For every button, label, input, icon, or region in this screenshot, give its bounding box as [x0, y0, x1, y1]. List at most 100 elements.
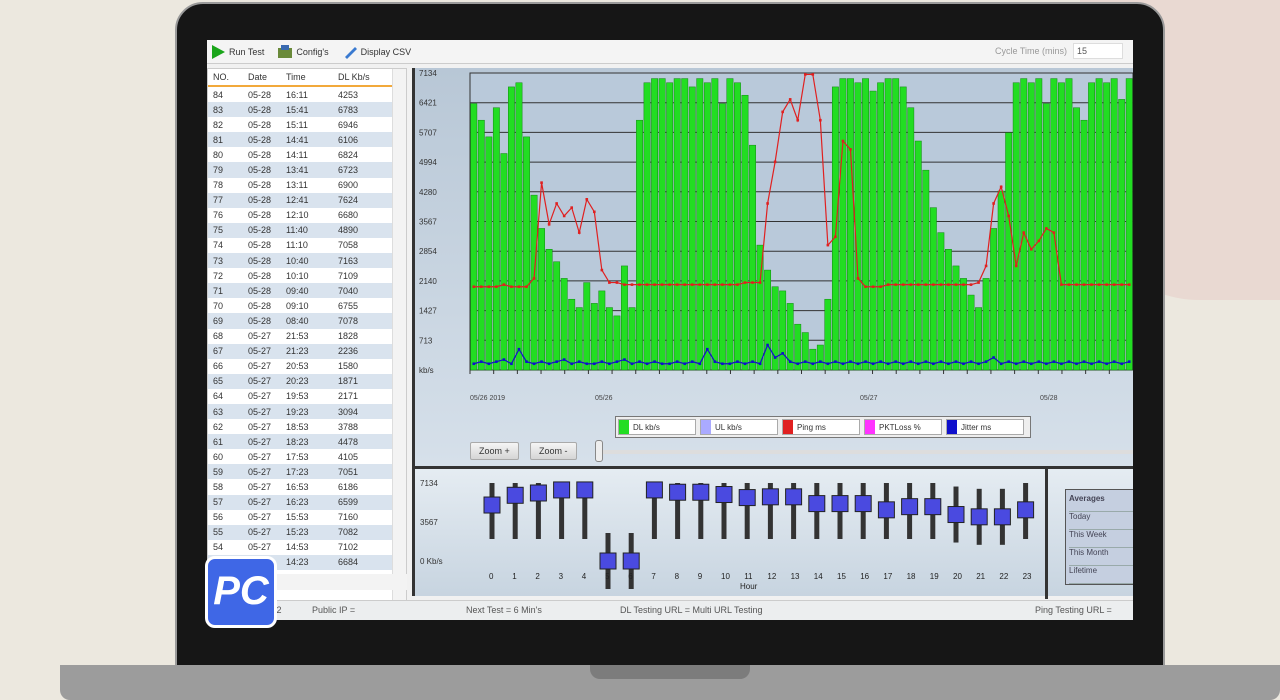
jitter-point — [1127, 360, 1131, 363]
zoom-slider-thumb[interactable] — [595, 440, 603, 462]
hour-label: 11 — [744, 572, 753, 581]
jitter-point — [894, 360, 897, 363]
table-row[interactable]: 80 05-28 14:11 6824 — [208, 147, 393, 162]
table-row[interactable]: 63 05-27 19:23 3094 — [208, 403, 393, 420]
jitter-point — [1014, 362, 1018, 366]
jitter-point — [1029, 362, 1033, 366]
dl-bar — [809, 348, 817, 371]
ping-point — [638, 283, 641, 286]
hour-label: 10 — [721, 572, 730, 581]
table-row[interactable]: 57 05-27 16:23 6599 — [208, 494, 393, 510]
dl-bar — [997, 190, 1005, 371]
hour-slider-thumb — [877, 501, 895, 519]
table-cell: 16:11 — [286, 89, 308, 100]
average-month: This Month — [1069, 548, 1133, 566]
table-row[interactable]: 62 05-27 18:53 3788 — [208, 419, 393, 434]
table-row[interactable]: 59 05-27 17:23 7051 — [208, 464, 393, 480]
hour-slider-thumb — [854, 495, 872, 513]
table-row[interactable]: 56 05-27 15:53 7160 — [208, 510, 393, 525]
jitter-point — [1097, 360, 1101, 363]
table-row[interactable]: 78 05-28 13:11 6900 — [208, 178, 393, 193]
table-row[interactable]: 64 05-27 19:53 2171 — [208, 389, 393, 404]
table-row[interactable]: 84 05-28 16:11 4253 — [208, 87, 393, 102]
table-cell: 7102 — [338, 542, 359, 553]
legend-dl[interactable]: DL kb/s — [618, 419, 696, 435]
cycle-time: Cycle Time (mins) — [995, 43, 1123, 59]
table-row[interactable]: 55 05-27 15:23 7082 — [208, 524, 393, 540]
col-no[interactable]: NO. — [208, 72, 248, 82]
legend-label: PKTLoss % — [879, 422, 921, 432]
vertical-scrollbar[interactable] — [392, 69, 406, 601]
legend-label: DL kb/s — [633, 422, 660, 432]
table-cell: 05-27 — [248, 436, 272, 447]
dl-bar — [681, 78, 689, 371]
table-row[interactable]: 65 05-27 20:23 1871 — [208, 373, 393, 389]
table-row[interactable]: 69 05-28 08:40 7078 — [208, 313, 393, 329]
dl-bar — [538, 228, 545, 371]
table-cell: 2171 — [338, 391, 359, 402]
ping-point — [947, 283, 950, 286]
dl-bar — [628, 307, 636, 371]
jitter-point — [630, 362, 634, 366]
table-cell: 16:53 — [286, 481, 309, 492]
run-test-button[interactable]: Run Test — [211, 44, 264, 59]
table-body: 84 05-28 16:11 4253 83 05-28 15:41 6783 82 05-28 1… — [208, 87, 406, 585]
table-cell: 67 — [213, 346, 224, 357]
legend-jitter[interactable]: Jitter ms — [946, 419, 1024, 435]
toolbar: Run Test Config's Display CSV Cycle Time… — [207, 40, 1133, 64]
table-row[interactable]: 81 05-28 14:41 6106 — [208, 132, 393, 148]
jitter-point — [593, 362, 596, 366]
jitter-point — [698, 362, 702, 366]
table-header: NO. Date Time DL Kb/s — [208, 69, 393, 87]
cycle-time-input[interactable] — [1073, 43, 1123, 59]
table-row[interactable]: 77 05-28 12:41 7624 — [208, 192, 393, 208]
jitter-point — [600, 360, 604, 363]
dl-bar — [643, 82, 651, 371]
table-row[interactable]: 60 05-27 17:53 4105 — [208, 449, 393, 464]
table-row[interactable]: 75 05-28 11:40 4890 — [208, 222, 393, 238]
table-row[interactable]: 83 05-28 15:41 6783 — [208, 102, 393, 118]
col-time[interactable]: Time — [286, 72, 330, 82]
hour-label: 4 — [582, 572, 587, 581]
ping-point — [645, 283, 649, 286]
display-csv-button[interactable]: Display CSV — [343, 45, 411, 59]
table-row[interactable]: 66 05-27 20:53 1580 — [208, 359, 393, 374]
table-row[interactable]: 61 05-27 18:23 4478 — [208, 434, 393, 450]
table-row[interactable]: 72 05-28 10:10 7109 — [208, 268, 393, 283]
table-row[interactable]: 70 05-28 09:10 6755 — [208, 298, 393, 313]
zoom-slider[interactable] — [595, 450, 1133, 454]
col-date[interactable]: Date — [248, 72, 286, 82]
ping-point — [1127, 283, 1131, 286]
configs-button[interactable]: Config's — [278, 44, 329, 59]
zoom-in-button[interactable]: Zoom + — [470, 442, 519, 460]
table-row[interactable]: 82 05-28 15:11 6946 — [208, 117, 393, 132]
ping-point — [502, 283, 506, 286]
table-row[interactable]: 71 05-28 09:40 7040 — [208, 283, 393, 299]
jitter-point — [721, 362, 724, 366]
average-today: Today — [1069, 512, 1133, 530]
table-row[interactable]: 54 05-27 14:53 7102 — [208, 540, 393, 555]
table-row[interactable]: 67 05-27 21:23 2236 — [208, 343, 393, 359]
table-row[interactable]: 74 05-28 11:10 7058 — [208, 238, 393, 253]
hour-label: 9 — [698, 572, 703, 581]
table-row[interactable]: 79 05-28 13:41 6723 — [208, 162, 393, 178]
zoom-out-button[interactable]: Zoom - — [530, 442, 577, 460]
col-dl[interactable]: DL Kb/s — [330, 72, 380, 82]
y-tick-label: 713 — [419, 336, 433, 345]
table-row[interactable]: 76 05-28 12:10 6680 — [208, 208, 393, 223]
jitter-point — [487, 362, 491, 366]
table-cell: 20:23 — [286, 376, 309, 387]
legend-ul[interactable]: UL kb/s — [700, 419, 778, 435]
jitter-point — [683, 362, 687, 366]
hour-slider-thumb — [692, 483, 710, 501]
legend-ping[interactable]: Ping ms — [782, 419, 860, 435]
table-row[interactable]: 58 05-27 16:53 6186 — [208, 479, 393, 494]
hour-label: 5 — [605, 572, 610, 581]
jitter-point — [517, 347, 521, 351]
table-row[interactable]: 68 05-27 21:53 1828 — [208, 329, 393, 344]
table-cell: 14:53 — [286, 542, 309, 553]
ping-point — [901, 283, 905, 286]
legend-loss[interactable]: PKTLoss % — [864, 419, 942, 435]
averages-title: Averages — [1069, 494, 1133, 512]
table-row[interactable]: 73 05-28 10:40 7163 — [208, 253, 393, 269]
